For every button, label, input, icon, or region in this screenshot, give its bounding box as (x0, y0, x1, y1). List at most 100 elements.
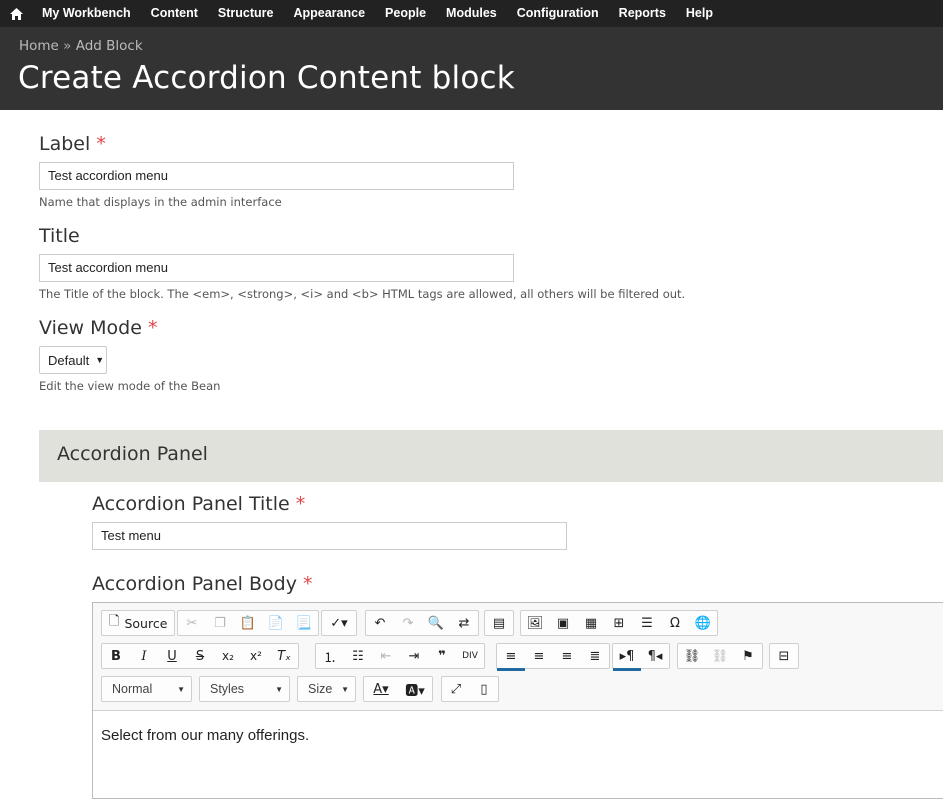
show-blocks-icon[interactable]: ▯ (470, 677, 498, 701)
ltr-icon[interactable]: ▸¶ (613, 644, 641, 671)
chevron-down-icon: ▼ (95, 355, 105, 365)
superscript-icon[interactable]: x² (242, 644, 270, 668)
view-mode-text: View Mode (39, 317, 142, 339)
view-mode-selected: Default (48, 352, 90, 368)
template-group: ▤ (484, 610, 514, 636)
image2-icon[interactable]: ▣ (549, 611, 577, 635)
link-icon[interactable]: ⛓ (678, 644, 706, 668)
underline-icon[interactable]: U (158, 644, 186, 668)
required-marker: * (147, 317, 158, 339)
menu-structure[interactable]: Structure (208, 0, 284, 27)
maximize-icon[interactable]: ⤢ (442, 677, 470, 701)
justify-icon[interactable]: ≣ (581, 644, 609, 668)
cut-icon[interactable]: ✂ (178, 611, 206, 635)
replace-icon[interactable]: ⇄ (450, 611, 478, 635)
title-field-label: Title (39, 225, 80, 247)
align-center-icon[interactable]: ≡ (525, 644, 553, 668)
unlink-icon[interactable]: ⛓ (706, 644, 734, 668)
history-group: ↶ ↷ 🔍 ⇄ (365, 610, 479, 636)
spellcheck-icon[interactable]: ✓▾ (322, 611, 356, 635)
paste-word-icon[interactable]: 📃 (290, 611, 318, 635)
breadcrumb-separator: » (63, 38, 72, 54)
numbered-list-icon[interactable]: ⒈ (316, 644, 344, 668)
bulleted-list-icon[interactable]: ☷ (344, 644, 372, 668)
text-color-icon[interactable]: A▾ (364, 677, 398, 701)
panel-title-field-label: Accordion Panel Title * (92, 493, 305, 515)
size-combo-value: Size (308, 682, 333, 696)
bold-icon[interactable]: B (102, 644, 130, 668)
required-marker: * (303, 573, 313, 595)
accordion-panel-heading: Accordion Panel (57, 443, 208, 465)
blockquote-icon[interactable]: ❞ (428, 644, 456, 668)
horizontal-rule-icon[interactable]: ☰ (633, 611, 661, 635)
format-combo[interactable]: Normal ▼ (101, 676, 192, 702)
required-marker: * (295, 493, 306, 515)
size-combo[interactable]: Size ▼ (297, 676, 356, 702)
menu-content[interactable]: Content (141, 0, 208, 27)
find-icon[interactable]: 🔍 (422, 611, 450, 635)
menu-my-workbench[interactable]: My Workbench (32, 0, 141, 27)
page-break-group: ⊟ (769, 643, 799, 669)
anchor-icon[interactable]: ⚑ (734, 644, 762, 668)
media-icon[interactable]: ▦ (577, 611, 605, 635)
menu-appearance[interactable]: Appearance (283, 0, 375, 27)
admin-toolbar: My Workbench Content Structure Appearanc… (0, 0, 943, 27)
menu-modules[interactable]: Modules (436, 0, 507, 27)
tools-group: ⤢ ▯ (441, 676, 499, 702)
source-group: 🗋 Source (101, 610, 176, 636)
source-icon: 🗋 (109, 614, 120, 629)
panel-title-input[interactable]: Test menu (92, 522, 567, 550)
align-right-icon[interactable]: ≡ (553, 644, 581, 668)
source-button[interactable]: 🗋 Source (102, 611, 174, 635)
subscript-icon[interactable]: x₂ (214, 644, 242, 668)
label-input[interactable]: Test accordion menu (39, 162, 514, 190)
chevron-down-icon: ▼ (275, 684, 283, 694)
breadcrumb-add-block-link[interactable]: Add Block (76, 38, 143, 54)
styles-combo[interactable]: Styles ▼ (199, 676, 290, 702)
image-icon[interactable]: 🖼 (521, 611, 549, 635)
menu-reports[interactable]: Reports (609, 0, 676, 27)
rtl-icon[interactable]: ¶◂ (641, 644, 669, 668)
menu-configuration[interactable]: Configuration (507, 0, 609, 27)
copy-icon[interactable]: ❐ (206, 611, 234, 635)
div-icon[interactable]: DIV (456, 644, 484, 668)
menu-people[interactable]: People (375, 0, 436, 27)
remove-format-icon[interactable]: Tₓ (270, 644, 298, 668)
special-char-icon[interactable]: Ω (661, 611, 689, 635)
panel-title-text: Accordion Panel Title (92, 493, 290, 515)
panel-body-field-label: Accordion Panel Body * (92, 573, 313, 595)
redo-icon[interactable]: ↷ (394, 611, 422, 635)
spellcheck-group: ✓▾ (321, 610, 357, 636)
panel-body-text: Accordion Panel Body (92, 573, 297, 595)
paste-icon[interactable]: 📋 (234, 611, 262, 635)
editor-content[interactable]: Select from our many offerings. (101, 727, 309, 744)
view-mode-select[interactable]: Default ▼ (39, 346, 107, 374)
title-text: Title (39, 225, 80, 247)
background-color-icon[interactable]: 🅰▾ (398, 677, 432, 701)
chevron-down-icon: ▼ (341, 684, 349, 694)
source-label: Source (124, 615, 168, 631)
required-marker: * (96, 133, 106, 155)
undo-icon[interactable]: ↶ (366, 611, 394, 635)
label-field-label: Label * (39, 133, 106, 155)
template-icon[interactable]: ▤ (485, 611, 513, 635)
outdent-icon[interactable]: ⇤ (372, 644, 400, 668)
strike-icon[interactable]: S (186, 644, 214, 668)
menu-help[interactable]: Help (676, 0, 723, 27)
clipboard-group: ✂ ❐ 📋 📄 📃 (177, 610, 319, 636)
home-icon[interactable] (0, 0, 32, 27)
table-icon[interactable]: ⊞ (605, 611, 633, 635)
list-group: ⒈ ☷ ⇤ ⇥ ❞ DIV (315, 643, 485, 669)
breadcrumb-home-link[interactable]: Home (19, 38, 59, 54)
label-text: Label (39, 133, 91, 155)
italic-icon[interactable]: I (130, 644, 158, 668)
indent-icon[interactable]: ⇥ (400, 644, 428, 668)
color-group: A▾ 🅰▾ (363, 676, 433, 702)
direction-group: ▸¶ ¶◂ (612, 643, 670, 671)
paste-text-icon[interactable]: 📄 (262, 611, 290, 635)
accordion-panel-header[interactable]: Accordion Panel (39, 430, 943, 482)
title-input[interactable]: Test accordion menu (39, 254, 514, 282)
page-break-icon[interactable]: ⊟ (770, 644, 798, 668)
iframe-icon[interactable]: 🌐 (689, 611, 717, 635)
align-left-icon[interactable]: ≡ (497, 644, 525, 671)
